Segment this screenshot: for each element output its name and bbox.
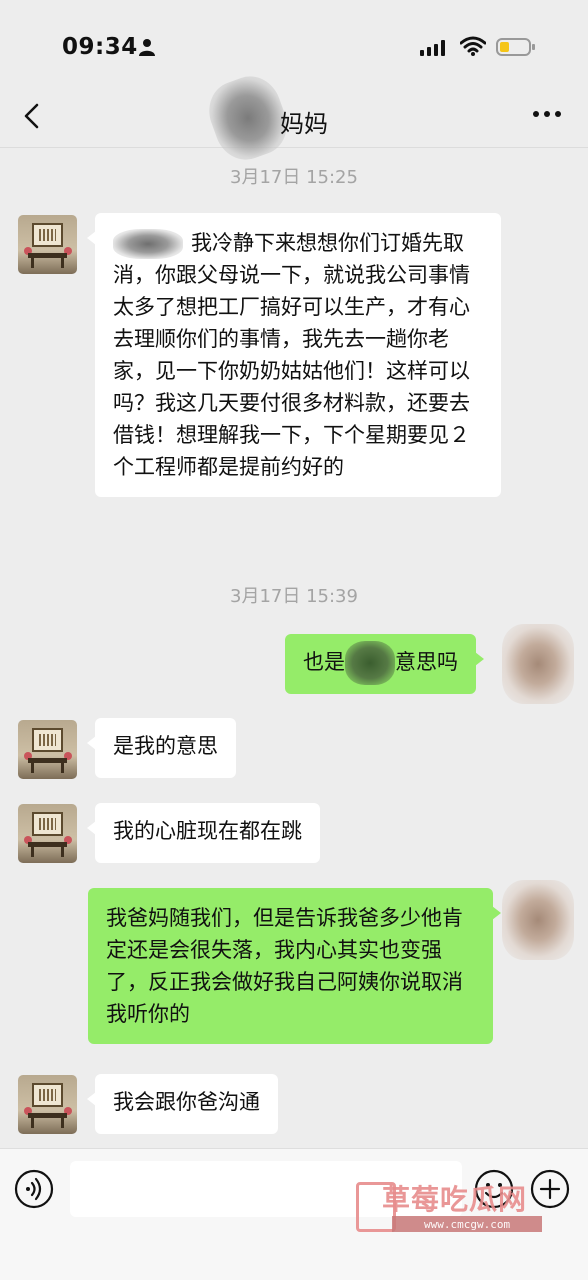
message-bubble-incoming[interactable]: 我冷静下来想想你们订婚先取消，你跟父母说一下，就说我公司事情太多了想把工厂搞好可…	[87, 213, 501, 497]
avatar[interactable]	[18, 215, 77, 274]
message-text: 我爸妈随我们，但是告诉我爸多少他肯定还是会很失落，我内心其实也变强了，反正我会做…	[106, 906, 463, 1026]
avatar-blurred[interactable]	[502, 880, 574, 960]
avatar[interactable]	[18, 1075, 77, 1134]
message-bubble-incoming[interactable]: 我会跟你爸沟通	[87, 1074, 278, 1134]
battery-icon	[496, 38, 535, 56]
message-bubble-outgoing[interactable]: 我爸妈随我们，但是告诉我爸多少他肯定还是会很失落，我内心其实也变强了，反正我会做…	[88, 888, 501, 1044]
message-text: 是我的意思	[113, 734, 218, 758]
status-time: 09:34	[62, 34, 138, 60]
message-text: 也是	[303, 650, 345, 674]
message-bubble-incoming[interactable]: 是我的意思	[87, 718, 236, 778]
message-text: 我冷静下来想想你们订婚先取消，你跟父母说一下，就说我公司事情太多了想把工厂搞好可…	[113, 231, 470, 479]
wifi-icon	[460, 36, 486, 56]
message-input[interactable]	[70, 1161, 462, 1217]
chevron-left-icon[interactable]	[20, 102, 44, 130]
timestamp: 3月17日 15:39	[230, 586, 358, 607]
chat-title-area: 妈妈	[200, 68, 390, 168]
message-text: 意思吗	[395, 650, 458, 674]
redacted-name-blur	[345, 641, 395, 685]
emoji-icon[interactable]	[474, 1169, 514, 1209]
message-bubble-incoming[interactable]: 我的心脏现在都在跳	[87, 803, 320, 863]
person-icon	[139, 39, 155, 56]
more-dots-icon[interactable]	[532, 108, 562, 120]
input-bar	[0, 1148, 588, 1280]
plus-icon[interactable]	[530, 1169, 570, 1209]
message-bubble-outgoing[interactable]: 也是 意思吗	[285, 634, 484, 694]
message-text: 我的心脏现在都在跳	[113, 819, 302, 843]
timestamp: 3月17日 15:25	[230, 167, 358, 188]
avatar[interactable]	[18, 804, 77, 863]
voice-icon[interactable]	[14, 1169, 54, 1209]
message-text: 我会跟你爸沟通	[113, 1090, 260, 1114]
signal-icon	[420, 40, 445, 56]
avatar[interactable]	[18, 720, 77, 779]
chat-title: 妈妈	[280, 110, 328, 138]
redacted-name-blur	[113, 229, 183, 259]
chat-header: 妈妈	[0, 68, 588, 168]
status-bar: 09:34	[0, 0, 588, 92]
avatar-blurred[interactable]	[502, 624, 574, 704]
